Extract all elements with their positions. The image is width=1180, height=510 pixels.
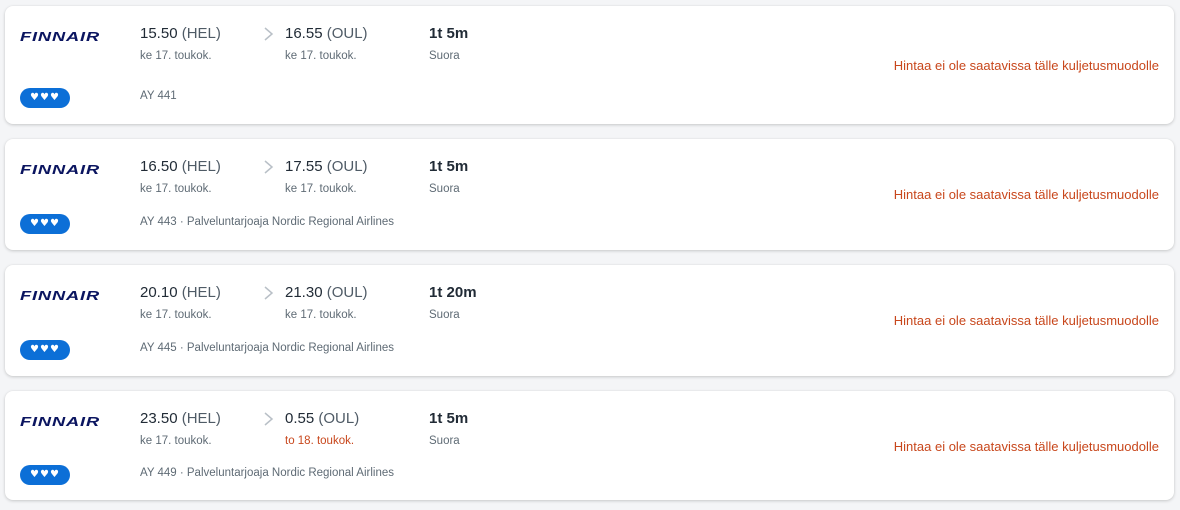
chevron-right-icon: [262, 159, 276, 175]
arrival-time: 17.55 (OUL): [285, 158, 368, 175]
flight-card[interactable]: FINNAIR 15.50 (HEL) ke 17. toukok. 16.55…: [5, 6, 1174, 124]
departure-time: 23.50 (HEL): [140, 410, 221, 427]
flight-stops: Suora: [429, 50, 460, 62]
flight-stops: Suora: [429, 435, 460, 447]
departure-date: ke 17. toukok.: [140, 435, 212, 447]
flight-stops: Suora: [429, 183, 460, 195]
departure-time: 20.10 (HEL): [140, 284, 221, 301]
arrival-airport-code: (OUL): [326, 158, 368, 175]
price-unavailable-message: Hintaa ei ole saatavissa tälle kuljetusm…: [893, 187, 1159, 202]
hearts-icon[interactable]: ♥♥♥: [20, 465, 70, 485]
departure-time-value: 16.50: [140, 158, 178, 175]
arrival-time: 21.30 (OUL): [285, 284, 368, 301]
departure-time: 15.50 (HEL): [140, 25, 221, 42]
chevron-right-icon: [262, 26, 276, 42]
flight-stops: Suora: [429, 309, 460, 321]
arrival-date: ke 17. toukok.: [285, 183, 357, 195]
flight-duration: 1t 20m: [429, 284, 477, 301]
flight-duration: 1t 5m: [429, 410, 469, 427]
arrival-date: ke 17. toukok.: [285, 50, 357, 62]
arrival-airport-code: (OUL): [318, 410, 360, 427]
arrival-time-value: 17.55: [285, 158, 323, 175]
hearts-icon[interactable]: ♥♥♥: [20, 88, 70, 108]
flight-number-info: AY 441: [140, 90, 177, 102]
flight-card[interactable]: FINNAIR 23.50 (HEL) ke 17. toukok. 0.55 …: [5, 391, 1174, 500]
flight-number-info: AY 449 · Palveluntarjoaja Nordic Regiona…: [140, 467, 394, 479]
hearts-icon[interactable]: ♥♥♥: [20, 214, 70, 234]
finnair-logo-icon: FINNAIR: [20, 163, 102, 175]
flight-number-info: AY 443 · Palveluntarjoaja Nordic Regiona…: [140, 216, 394, 228]
flight-number-info: AY 445 · Palveluntarjoaja Nordic Regiona…: [140, 342, 394, 354]
svg-text:FINNAIR: FINNAIR: [20, 163, 100, 175]
departure-airport-code: (HEL): [181, 410, 221, 427]
flight-duration: 1t 5m: [429, 25, 469, 42]
arrival-date-next-day: to 18. toukok.: [285, 435, 355, 447]
finnair-logo-icon: FINNAIR: [20, 289, 102, 301]
price-unavailable-message: Hintaa ei ole saatavissa tälle kuljetusm…: [893, 313, 1159, 328]
departure-airport-code: (HEL): [181, 25, 221, 42]
departure-time-value: 23.50: [140, 410, 178, 427]
flight-results-list: FINNAIR 15.50 (HEL) ke 17. toukok. 16.55…: [5, 6, 1174, 500]
departure-time-value: 20.10: [140, 284, 178, 301]
departure-date: ke 17. toukok.: [140, 309, 212, 321]
finnair-logo-icon: FINNAIR: [20, 30, 102, 42]
departure-time: 16.50 (HEL): [140, 158, 221, 175]
hearts-icon[interactable]: ♥♥♥: [20, 340, 70, 360]
arrival-date: ke 17. toukok.: [285, 309, 357, 321]
flight-card[interactable]: FINNAIR 20.10 (HEL) ke 17. toukok. 21.30…: [5, 265, 1174, 376]
arrival-airport-code: (OUL): [326, 284, 368, 301]
departure-time-value: 15.50: [140, 25, 178, 42]
svg-text:FINNAIR: FINNAIR: [20, 30, 100, 42]
arrival-time-value: 0.55: [285, 410, 315, 427]
arrival-time-value: 21.30: [285, 284, 323, 301]
price-unavailable-message: Hintaa ei ole saatavissa tälle kuljetusm…: [893, 58, 1159, 73]
finnair-logo-icon: FINNAIR: [20, 415, 102, 427]
svg-text:FINNAIR: FINNAIR: [20, 289, 100, 301]
arrival-time: 16.55 (OUL): [285, 25, 368, 42]
arrival-time: 0.55 (OUL): [285, 410, 359, 427]
price-unavailable-message: Hintaa ei ole saatavissa tälle kuljetusm…: [893, 439, 1159, 454]
arrival-time-value: 16.55: [285, 25, 323, 42]
flight-duration: 1t 5m: [429, 158, 469, 175]
departure-date: ke 17. toukok.: [140, 50, 212, 62]
arrival-airport-code: (OUL): [326, 25, 368, 42]
chevron-right-icon: [262, 411, 276, 427]
departure-airport-code: (HEL): [181, 284, 221, 301]
flight-card[interactable]: FINNAIR 16.50 (HEL) ke 17. toukok. 17.55…: [5, 139, 1174, 250]
departure-airport-code: (HEL): [181, 158, 221, 175]
svg-text:FINNAIR: FINNAIR: [20, 415, 100, 427]
chevron-right-icon: [262, 285, 276, 301]
departure-date: ke 17. toukok.: [140, 183, 212, 195]
